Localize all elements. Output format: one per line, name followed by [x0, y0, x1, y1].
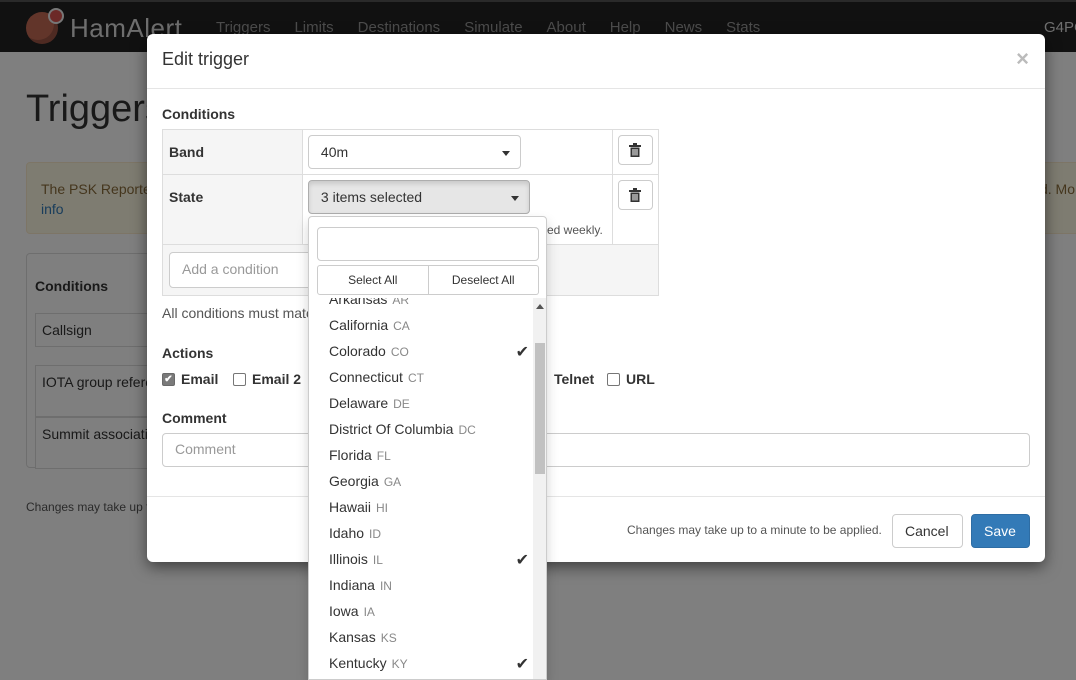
state-option-name: Delaware [329, 395, 389, 411]
trash-icon [629, 143, 642, 157]
state-option-abbr: IL [372, 553, 383, 567]
action-email-label: Email [181, 371, 219, 387]
state-option-name: District Of Columbia [329, 421, 454, 437]
state-option-abbr: KS [380, 631, 397, 645]
state-option[interactable]: Georgia GA [329, 473, 529, 499]
modal-footer: Changes may take up to a minute to be ap… [147, 496, 1045, 562]
url-checkbox[interactable] [607, 372, 620, 386]
comment-input[interactable]: Comment [162, 433, 1030, 467]
state-option-name: Idaho [329, 525, 365, 541]
state-help-text: ited weekly. [541, 223, 603, 237]
state-label: State [162, 174, 303, 245]
caret-down-icon [501, 151, 510, 156]
state-option[interactable]: Hawaii HI [329, 499, 529, 525]
state-option-name: California [329, 317, 389, 333]
modal-header: Edit trigger × [147, 34, 1045, 89]
state-option[interactable]: Colorado CO ✔ [329, 343, 529, 369]
dropdown-scrollbar[interactable] [533, 298, 546, 679]
state-option-abbr: AR [392, 298, 410, 307]
caret-down-icon [510, 196, 519, 201]
state-option-abbr: CA [393, 319, 410, 333]
action-url-label: URL [626, 371, 655, 387]
state-option-abbr: CO [390, 345, 409, 359]
delete-band-button[interactable] [617, 135, 653, 165]
state-option-name: Indiana [329, 577, 375, 593]
edit-trigger-modal: Edit trigger × Conditions Band 40m State… [147, 34, 1045, 562]
band-select-value: 40m [320, 144, 349, 160]
state-option-abbr: IN [379, 579, 392, 593]
state-option-name: Kentucky [329, 655, 387, 671]
state-option-name: Georgia [329, 473, 379, 489]
save-button[interactable]: Save [971, 514, 1030, 548]
footer-note: Changes may take up to a minute to be ap… [627, 523, 882, 537]
state-multiselect[interactable]: 3 items selected [307, 180, 530, 214]
actions-label: Actions [162, 345, 214, 361]
action-telnet-label: Telnet [554, 371, 595, 387]
state-option[interactable]: Kansas KS [329, 629, 529, 655]
state-option[interactable]: Kentucky KY ✔ [329, 655, 529, 679]
state-option[interactable]: Iowa IA [329, 603, 529, 629]
add-condition-select[interactable]: Add a condition [169, 252, 319, 288]
state-option-name: Connecticut [329, 369, 403, 385]
select-actions: Select All Deselect All [317, 265, 539, 295]
action-email2[interactable]: Email 2 [233, 371, 301, 387]
state-option-abbr: DC [458, 423, 476, 437]
select-all-button[interactable]: Select All [317, 265, 429, 295]
trash-icon [629, 188, 642, 202]
check-icon: ✔ [515, 552, 529, 569]
state-option-abbr: GA [383, 475, 402, 489]
state-option-name: Illinois [329, 551, 368, 567]
check-icon: ✔ [515, 656, 529, 673]
conditions-label: Conditions [162, 106, 236, 122]
close-icon[interactable]: × [1016, 46, 1029, 72]
modal-title: Edit trigger [162, 49, 250, 69]
state-option[interactable]: California CA [329, 317, 529, 343]
state-option[interactable]: District Of Columbia DC [329, 421, 529, 447]
state-option[interactable]: Idaho ID [329, 525, 529, 551]
cancel-button[interactable]: Cancel [892, 514, 963, 548]
state-option-abbr: HI [376, 501, 389, 515]
band-select[interactable]: 40m [307, 135, 521, 169]
email-checkbox[interactable]: ✔ [162, 372, 175, 386]
state-options-list: Arkansas AR California CA Colorado CO ✔ Connect… [309, 298, 533, 679]
state-option[interactable]: Indiana IN [329, 577, 529, 603]
scroll-up-arrow-icon[interactable] [536, 304, 544, 309]
state-option-abbr: KY [391, 657, 408, 671]
state-option-name: Florida [329, 447, 372, 463]
state-option[interactable]: Arkansas AR [329, 298, 529, 317]
comment-label: Comment [162, 410, 227, 426]
state-option-name: Arkansas [329, 298, 388, 307]
action-url[interactable]: URL [607, 371, 655, 387]
state-option-name: Iowa [329, 603, 359, 619]
state-option-name: Colorado [329, 343, 386, 359]
state-option-abbr: FL [376, 449, 391, 463]
deselect-all-button[interactable]: Deselect All [428, 265, 539, 295]
state-option[interactable]: Illinois IL ✔ [329, 551, 529, 577]
state-option-name: Hawaii [329, 499, 372, 515]
scrollbar-thumb[interactable] [535, 343, 545, 474]
email2-checkbox[interactable] [233, 372, 246, 386]
state-option-abbr: IA [363, 605, 375, 619]
state-option-abbr: DE [393, 397, 410, 411]
state-option[interactable]: Connecticut CT [329, 369, 529, 395]
state-select-value: 3 items selected [320, 189, 423, 205]
state-option-abbr: ID [369, 527, 382, 541]
band-label: Band [162, 129, 303, 175]
delete-state-button[interactable] [617, 180, 653, 210]
state-option-abbr: CT [407, 371, 424, 385]
check-icon: ✔ [515, 344, 529, 361]
action-email2-label: Email 2 [252, 371, 302, 387]
action-email[interactable]: ✔ Email [162, 371, 218, 387]
action-telnet[interactable]: Telnet [554, 371, 594, 387]
match-hint: All conditions must matc [162, 305, 313, 321]
state-option[interactable]: Delaware DE [329, 395, 529, 421]
state-option[interactable]: Florida FL [329, 447, 529, 473]
state-filter-input[interactable] [317, 227, 539, 261]
state-dropdown-menu: Select All Deselect All Arkansas AR Califo… [308, 216, 547, 680]
state-option-name: Kansas [329, 629, 376, 645]
